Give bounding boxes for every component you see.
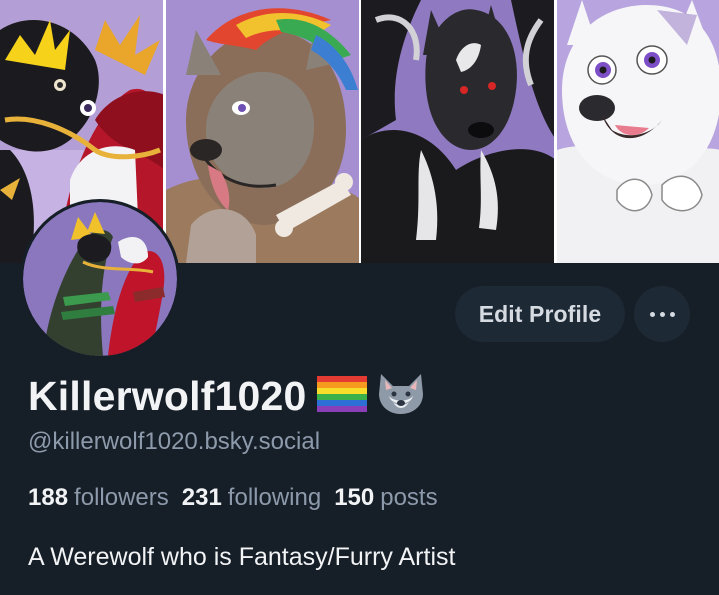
profile-bio: A Werewolf who is Fantasy/Furry Artist: [28, 543, 456, 571]
banner-panel-white-wolf: [557, 0, 719, 263]
black-wolf-character-art: [361, 0, 555, 263]
display-name-row: Killerwolf1020: [28, 372, 425, 421]
more-options-button[interactable]: [634, 286, 690, 342]
avatar-dragon-couple-art: [23, 202, 177, 356]
followers-stat[interactable]: 188 followers: [28, 484, 169, 512]
ellipsis-icon: [649, 311, 675, 317]
posts-label: posts: [380, 484, 438, 511]
followers-label: followers: [74, 484, 169, 511]
display-name: Killerwolf1020: [28, 373, 307, 419]
profile-stats: 188 followers 231 following 150 posts: [28, 484, 438, 512]
banner-panel-black-wolf: [361, 0, 555, 263]
posts-count: 150: [334, 484, 375, 511]
profile-handle: @killerwolf1020.bsky.social: [28, 428, 321, 455]
grey-wolf-character-art: [165, 0, 359, 263]
following-label: following: [227, 484, 322, 511]
white-wolf-character-art: [557, 0, 719, 263]
posts-stat: 150 posts: [334, 484, 437, 512]
following-stat[interactable]: 231 following: [182, 484, 321, 512]
following-count: 231: [181, 484, 222, 511]
profile-avatar[interactable]: [20, 199, 180, 359]
rainbow-flag-emoji: [316, 376, 367, 417]
edit-profile-button[interactable]: Edit Profile: [455, 286, 625, 342]
edit-profile-label: Edit Profile: [478, 300, 602, 327]
banner-panel-grey-wolf: [165, 0, 359, 263]
wolf-face-emoji: [377, 372, 425, 421]
followers-count: 188: [28, 484, 69, 511]
profile-page: Edit Profile Killerwolf1020 @killerwolf1…: [0, 0, 719, 595]
